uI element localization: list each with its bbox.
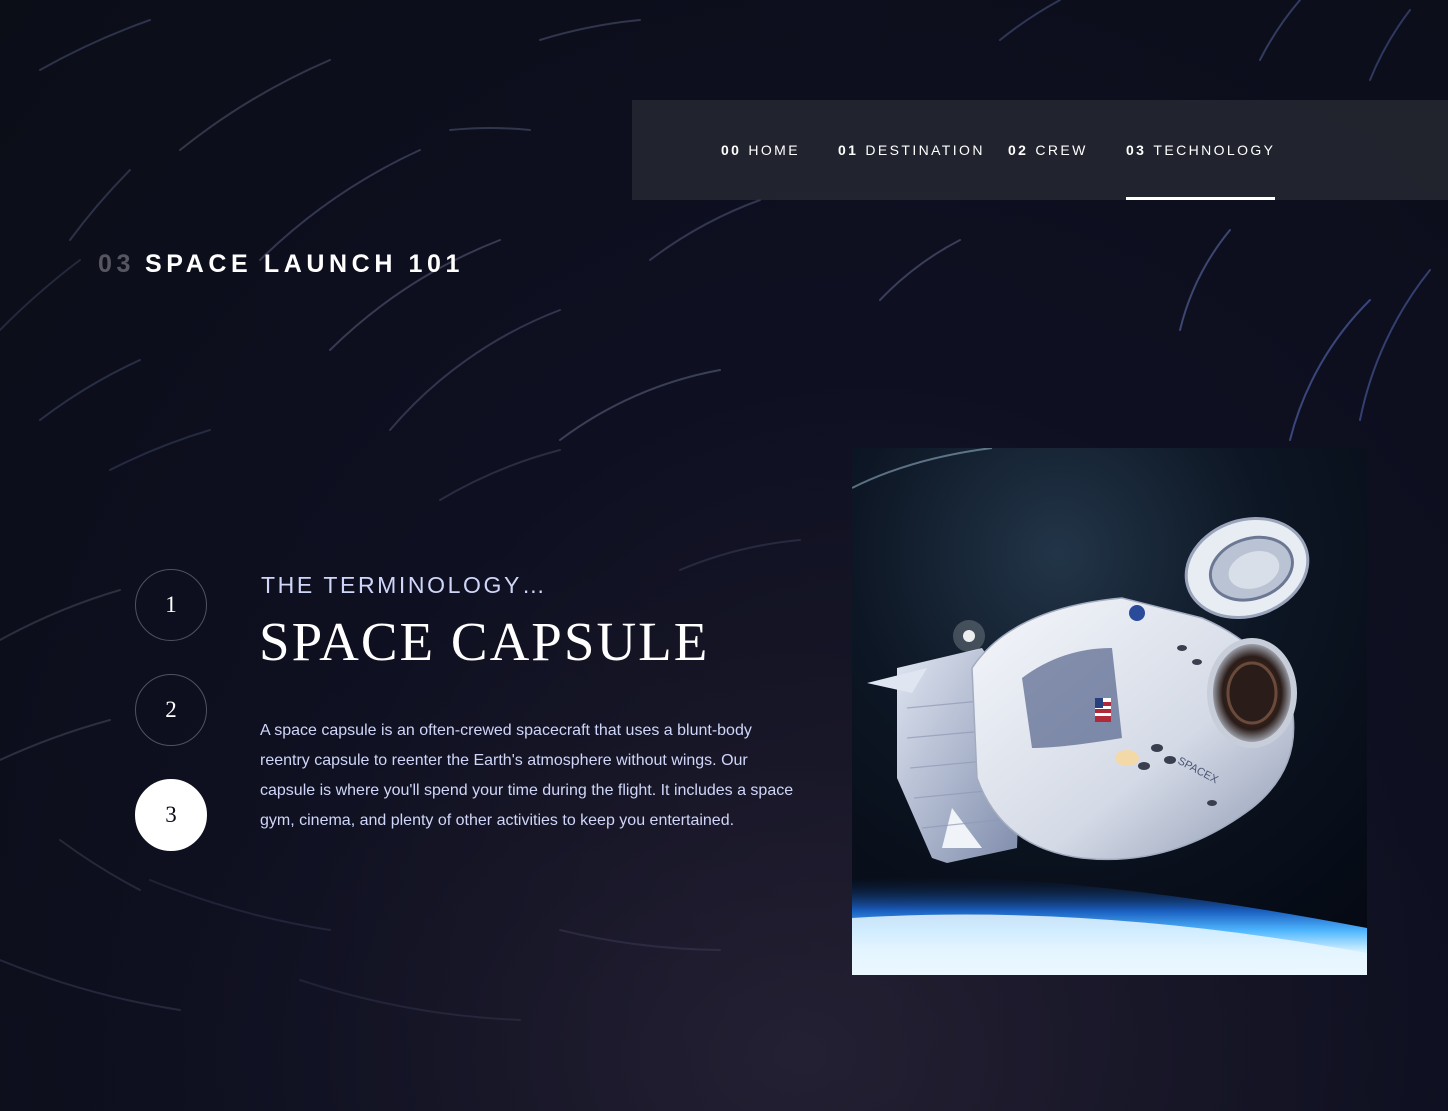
step-button-label: 1 bbox=[165, 592, 177, 617]
nav-item-label: HOME bbox=[748, 142, 800, 158]
capsule-illustration: SPACEX bbox=[852, 448, 1367, 975]
nav-item-home[interactable]: 00 HOME bbox=[721, 100, 800, 200]
nav-item-label: TECHNOLOGY bbox=[1153, 142, 1276, 158]
step-button-label: 3 bbox=[165, 802, 177, 827]
technology-title: SPACE CAPSULE bbox=[259, 611, 710, 672]
page-title-num: 03 bbox=[98, 250, 136, 278]
terminology-subheading: THE TERMINOLOGY… bbox=[261, 572, 548, 598]
page-title-label: SPACE LAUNCH 101 bbox=[145, 250, 465, 278]
nav-item-technology[interactable]: 03 TECHNOLOGY bbox=[1126, 100, 1276, 200]
technology-description: A space capsule is an often-crewed space… bbox=[260, 722, 794, 829]
nav-item-label: DESTINATION bbox=[865, 142, 985, 158]
step-button-2[interactable]: 2 bbox=[135, 674, 207, 746]
nav-item-num: 03 bbox=[1126, 142, 1147, 158]
nav-item-num: 02 bbox=[1008, 142, 1029, 158]
nav-item-num: 01 bbox=[838, 142, 859, 158]
step-button-1[interactable]: 1 bbox=[135, 569, 207, 641]
page-title: 03 SPACE LAUNCH 101 bbox=[98, 250, 464, 279]
nav-item-crew[interactable]: 02 CREW bbox=[1008, 100, 1088, 200]
nav-item-label: CREW bbox=[1035, 142, 1088, 158]
space-capsule-image: SPACEX bbox=[852, 448, 1367, 975]
nav-item-num: 00 bbox=[721, 142, 742, 158]
step-button-label: 2 bbox=[165, 697, 177, 722]
nav-item-destination[interactable]: 01 DESTINATION bbox=[838, 100, 985, 200]
main-nav: 00 HOME 01 DESTINATION 02 CREW 03 TECHNO… bbox=[632, 100, 1448, 200]
step-button-3[interactable]: 3 bbox=[135, 779, 207, 851]
